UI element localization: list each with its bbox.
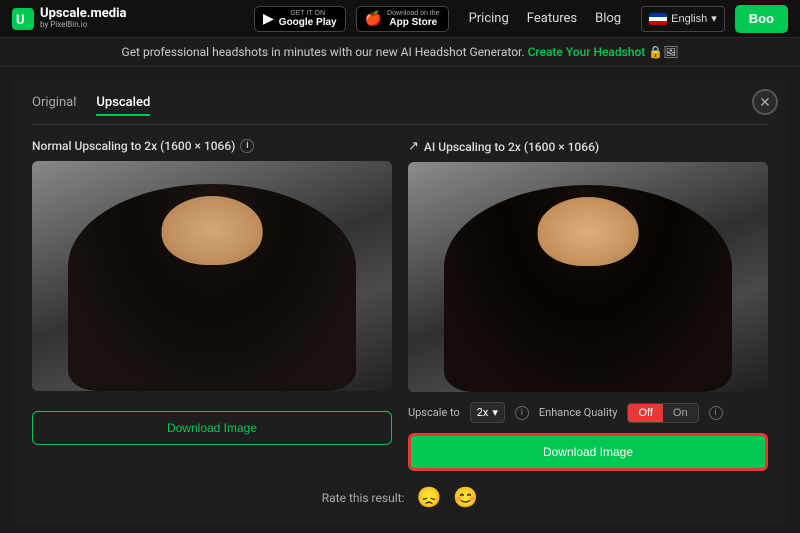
nav-blog[interactable]: Blog (595, 11, 621, 26)
nav-links: Pricing Features Blog (469, 11, 622, 26)
google-play-text: GET IT ON Google Play (279, 10, 337, 28)
upscale-info-icon[interactable]: i (515, 406, 529, 420)
chevron-down-icon: ▾ (711, 12, 717, 25)
enhance-on-button[interactable]: On (663, 404, 698, 422)
app-store-button[interactable]: 🍎 Download on the App Store (356, 6, 449, 32)
ai-download-button[interactable]: Download Image (408, 433, 768, 471)
tab-original[interactable]: Original (32, 95, 76, 116)
banner-text: Get professional headshots in minutes wi… (122, 45, 525, 59)
flag-icon (649, 13, 667, 25)
apple-icon: 🍎 (365, 10, 382, 27)
nav-pricing[interactable]: Pricing (469, 11, 509, 26)
upscale-label: Upscale to (408, 406, 460, 419)
happy-rating-button[interactable]: 😊 (453, 485, 478, 510)
ai-upscale-icon: ↗ (408, 139, 419, 154)
upscale-value: 2x (477, 406, 489, 419)
rate-row: Rate this result: 😞 😊 (32, 485, 768, 510)
app-store-text: Download on the App Store (387, 10, 440, 28)
boost-button[interactable]: Boo (735, 5, 788, 33)
logo-main-text: Upscale.media (40, 7, 127, 21)
panel-ai: ↗ AI Upscaling to 2x (1600 × 1066) Upsca… (408, 139, 768, 471)
upscale-dropdown-icon: ▾ (492, 406, 498, 419)
logo-area: U Upscale.media by PixelBin.io (12, 7, 127, 30)
normal-woman-image (32, 161, 392, 391)
upscale-select[interactable]: 2x ▾ (470, 402, 505, 423)
google-play-button[interactable]: ▶ GET IT ON Google Play (254, 6, 346, 32)
close-icon: ✕ (759, 94, 771, 111)
lang-label: English (671, 13, 707, 25)
google-play-icon: ▶ (263, 10, 274, 27)
ai-woman-image (408, 162, 768, 392)
svg-text:U: U (16, 13, 25, 28)
logo-sub-text: by PixelBin.io (40, 21, 127, 30)
enhance-quality-toggle: Off On (627, 403, 698, 423)
panel-normal: Normal Upscaling to 2x (1600 × 1066) i D… (32, 139, 392, 471)
close-button[interactable]: ✕ (752, 89, 778, 115)
language-selector[interactable]: English ▾ (641, 6, 725, 32)
normal-info-icon[interactable]: i (240, 139, 254, 153)
tabs: Original Upscaled (32, 95, 768, 125)
enhance-label: Enhance Quality (539, 406, 618, 419)
main-content: ✕ Original Upscaled Normal Upscaling to … (12, 79, 788, 526)
panel-normal-title: Normal Upscaling to 2x (1600 × 1066) i (32, 139, 392, 153)
comparison-panels: Normal Upscaling to 2x (1600 × 1066) i D… (32, 139, 768, 471)
ai-controls: Upscale to 2x ▾ i Enhance Quality Off On… (408, 402, 768, 423)
face-shape-ai (538, 197, 639, 266)
create-headshot-link[interactable]: Create Your Headshot (528, 45, 646, 59)
banner: Get professional headshots in minutes wi… (0, 38, 800, 67)
ai-title-text: AI Upscaling to 2x (1600 × 1066) (424, 140, 599, 154)
normal-image-box (32, 161, 392, 391)
sad-rating-button[interactable]: 😞 (416, 485, 441, 510)
panel-ai-title: ↗ AI Upscaling to 2x (1600 × 1066) (408, 139, 768, 154)
ai-image-box (408, 162, 768, 392)
normal-title-text: Normal Upscaling to 2x (1600 × 1066) (32, 139, 235, 153)
enhance-info-icon[interactable]: i (709, 406, 723, 420)
logo-icon: U (12, 8, 34, 30)
face-shape (162, 196, 263, 265)
nav-features[interactable]: Features (527, 11, 577, 26)
logo-text: Upscale.media by PixelBin.io (40, 7, 127, 30)
tab-upscaled[interactable]: Upscaled (96, 95, 150, 116)
header: U Upscale.media by PixelBin.io ▶ GET IT … (0, 0, 800, 38)
banner-icons: 🔒🖼 (648, 45, 678, 59)
normal-download-button[interactable]: Download Image (32, 411, 392, 445)
enhance-off-button[interactable]: Off (628, 404, 662, 422)
rate-label: Rate this result: (322, 491, 405, 505)
